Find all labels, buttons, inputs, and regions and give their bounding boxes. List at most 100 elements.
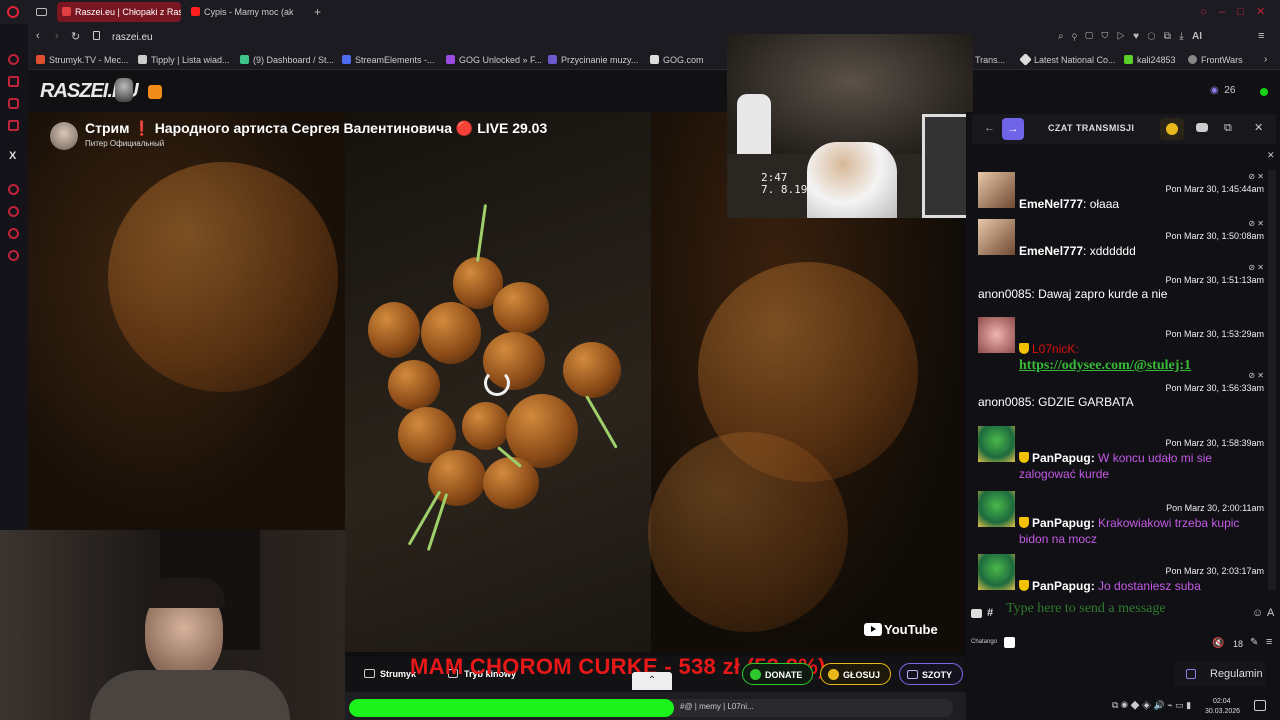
stream-title[interactable]: Стрим ❗ Народного артиста Сергея Валенти… <box>85 120 547 137</box>
download-icon[interactable]: ⤓ <box>1179 31 1183 42</box>
bookmark-item[interactable]: Trans... <box>975 55 1005 65</box>
message-controls-icon[interactable]: ⊘ ✕ <box>1248 172 1264 181</box>
sidebar-tasks-icon[interactable] <box>8 120 19 131</box>
bookmark-item[interactable]: Przycinanie muzy... <box>548 55 638 65</box>
bookmark-item[interactable]: kali24853 <box>1124 55 1176 65</box>
szoty-button[interactable]: SZOTY <box>899 663 964 685</box>
back-icon[interactable]: ‹ <box>36 30 40 42</box>
message-controls-icon[interactable]: ⊘ ✕ <box>1248 219 1264 228</box>
vote-button[interactable]: GŁOSUJ <box>820 663 892 685</box>
sidebar-aria-icon[interactable] <box>8 54 19 65</box>
donate-button[interactable]: DONATE <box>742 663 814 685</box>
bookmark-item[interactable]: (9) Dashboard / St... <box>240 55 334 65</box>
maximize-icon[interactable]: □ <box>1237 6 1244 18</box>
message-body: EmeNel777: ołaaa <box>1019 196 1260 212</box>
url-field[interactable]: raszei.eu <box>112 32 153 43</box>
chat-close-icon[interactable]: ✕ <box>1254 121 1263 134</box>
sidebar-player-icon[interactable] <box>8 184 19 195</box>
youtube-label: YouTube <box>884 622 938 637</box>
message-username[interactable]: EmeNel777 <box>1019 244 1083 258</box>
collapse-chevron-icon[interactable]: ⌃ <box>632 672 672 690</box>
tab-cypis[interactable]: Cypis - Mamy moc (ak <box>186 2 306 22</box>
shield-icon[interactable]: ⛉ <box>1101 31 1108 42</box>
tray-date[interactable]: 30.03.2026 <box>1205 708 1240 715</box>
box-icon[interactable]: ⬡ <box>1147 31 1155 42</box>
sidebar-settings-icon[interactable] <box>8 250 19 261</box>
user-avatar[interactable] <box>978 219 1015 255</box>
tab-raszei[interactable]: Raszei.eu | Chłopaki z Ras <box>57 2 181 22</box>
chat-discord-icon[interactable] <box>1196 123 1208 132</box>
mute-icon[interactable]: 🔇 <box>1212 638 1224 649</box>
user-avatar[interactable] <box>978 491 1015 527</box>
heart-icon[interactable]: ♥ <box>1133 31 1139 42</box>
user-avatar[interactable] <box>978 317 1015 353</box>
bookmark-label: Przycinanie muzy... <box>561 55 639 65</box>
sidebar-x-icon[interactable]: X <box>9 150 16 162</box>
message-username[interactable]: anon0085 <box>978 287 1031 301</box>
sidebar-messenger-icon[interactable] <box>8 98 19 109</box>
regulamin-button[interactable]: Regulamin <box>1174 661 1266 687</box>
ai-button[interactable]: AI <box>1192 31 1202 42</box>
message-username[interactable]: PanPapug <box>1032 451 1091 465</box>
tray-time[interactable]: 02:04 <box>1213 698 1231 705</box>
message-username[interactable]: anon0085 <box>978 395 1031 409</box>
puzzle-icon[interactable]: ⧉ <box>1164 31 1171 42</box>
bookmark-item[interactable]: FrontWars <box>1188 55 1243 65</box>
user-avatar[interactable] <box>978 554 1015 590</box>
youtube-logo[interactable]: YouTube <box>864 622 938 637</box>
message-separator: : <box>1075 342 1079 356</box>
bookmark-item[interactable]: Strumyk.TV - Mec... <box>36 55 129 65</box>
message-username[interactable]: EmeNel777 <box>1019 197 1083 211</box>
bookmark-item[interactable]: GOG Unlocked » F... <box>446 55 542 65</box>
chat-coin-button[interactable] <box>1160 118 1184 140</box>
chat-message-input[interactable] <box>1006 598 1252 620</box>
message-username[interactable]: PanPapug <box>1032 579 1091 593</box>
sidebar-history-icon[interactable] <box>8 206 19 217</box>
pen-icon[interactable]: ✎ <box>1250 637 1258 648</box>
tab-manager-icon[interactable] <box>36 8 47 16</box>
bookmark-item[interactable]: Tipply | Lista wiad... <box>138 55 230 65</box>
pip-video[interactable]: 2:47 7. 8.1994 <box>727 34 973 218</box>
sidebar-bag-icon[interactable] <box>8 76 19 87</box>
font-size-icon[interactable]: A <box>1267 607 1274 619</box>
forward-icon[interactable]: › <box>55 30 59 42</box>
close-window-icon[interactable]: ✕ <box>1256 6 1265 18</box>
browser-logo-icon[interactable] <box>7 6 19 18</box>
chatango-label[interactable]: Chatango <box>971 639 997 645</box>
user-avatar[interactable] <box>978 172 1015 208</box>
bookmark-item[interactable]: Latest National Co... <box>1019 53 1116 66</box>
menu-icon[interactable]: ≡ <box>1258 30 1264 42</box>
channel-avatar[interactable] <box>50 122 78 150</box>
search-tabs-icon[interactable]: ○ <box>1200 6 1207 18</box>
new-tab-icon[interactable]: + <box>314 5 321 19</box>
reload-icon[interactable]: ↻ <box>71 30 80 43</box>
logo-badge-icon[interactable] <box>148 85 162 99</box>
sidebar-chat-icon[interactable] <box>8 228 19 239</box>
message-text[interactable]: https://odysee.com/@stulej:1 <box>1019 358 1191 373</box>
message-username[interactable]: PanPapug <box>1032 516 1091 530</box>
message-username[interactable]: L07nicK <box>1032 342 1075 356</box>
minimize-icon[interactable]: – <box>1219 6 1225 18</box>
emoji-icon[interactable]: ☺ <box>1252 607 1263 619</box>
chat-menu-icon[interactable]: ≡ <box>1266 636 1272 648</box>
message-controls-icon[interactable]: ⊘ ✕ <box>1248 263 1264 272</box>
user-avatar[interactable] <box>978 426 1015 462</box>
pin-icon[interactable]: ⚲ <box>1072 31 1077 42</box>
notifications-icon[interactable] <box>1254 700 1266 711</box>
chat-popout-icon[interactable]: ⧉ <box>1224 122 1232 135</box>
bookmark-item[interactable]: GOG.com <box>650 55 704 65</box>
chat-dismiss-icon[interactable]: ✕ <box>1267 150 1275 161</box>
play-icon[interactable]: ▷ <box>1117 31 1125 42</box>
chat-forward-button[interactable]: → <box>1002 118 1024 140</box>
message-controls-icon[interactable]: ⊘ ✕ <box>1248 371 1264 380</box>
chat-back-icon[interactable]: ← <box>984 122 995 134</box>
camera-icon[interactable] <box>971 609 982 618</box>
hash-icon[interactable]: # <box>987 607 993 619</box>
chat-scrollbar[interactable] <box>1268 170 1276 590</box>
square-icon[interactable]: ▢ <box>1085 31 1093 42</box>
zoom-icon[interactable]: ⌕ <box>1058 31 1064 42</box>
more-bookmarks-icon[interactable]: › <box>1264 54 1267 65</box>
bookmark-item[interactable]: StreamElements -... <box>342 55 435 65</box>
channel-name[interactable]: Питер Официальный <box>85 139 164 148</box>
message-body: anon0085: GDZIE GARBATA <box>978 394 1260 410</box>
